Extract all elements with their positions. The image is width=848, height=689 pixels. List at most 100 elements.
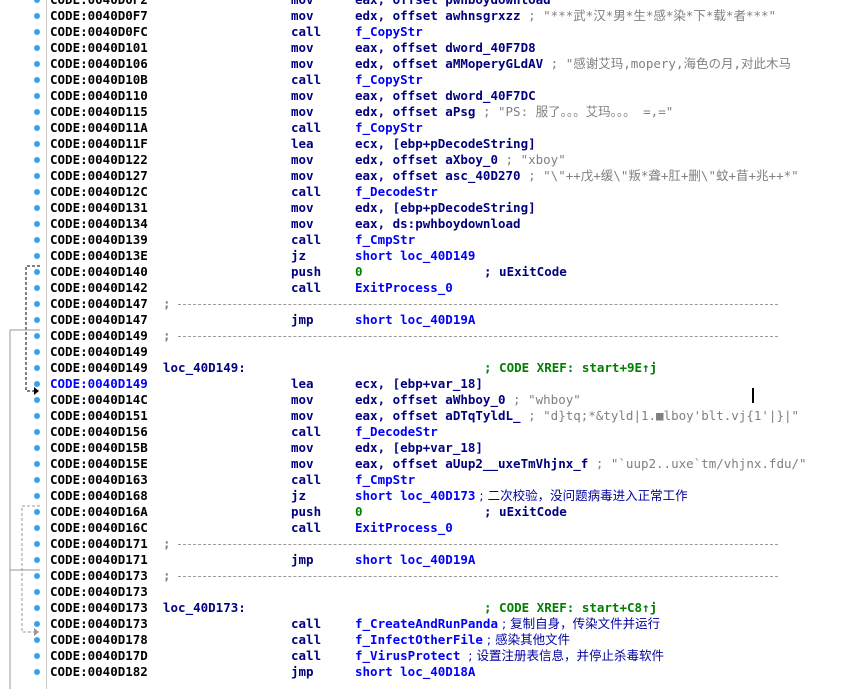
listing-row[interactable]: CODE:0040D0FC call f_CopyStr — [0, 24, 848, 40]
operands[interactable]: f_CmpStr — [355, 232, 415, 247]
breakpoint-dot-icon[interactable] — [34, 397, 40, 403]
listing-row[interactable]: CODE:0040D140 push 0 ; uExitCode — [0, 264, 848, 280]
breakpoint-dot-icon[interactable] — [34, 557, 40, 563]
listing-row[interactable]: CODE:0040D110 mov eax, offset dword_40F7DC — [0, 88, 848, 104]
listing-row[interactable]: CODE:0040D139 call f_CmpStr — [0, 232, 848, 248]
listing-row[interactable]: CODE:0040D16A push 0 ; uExitCode — [0, 504, 848, 520]
listing-row[interactable]: CODE:0040D168 jz short loc_40D173 ; 二次校验，没… — [0, 488, 848, 504]
listing-row[interactable]: CODE:0040D11A call f_CopyStr — [0, 120, 848, 136]
listing-row[interactable]: CODE:0040D17D call f_VirusProtect ; 设置注册表信… — [0, 648, 848, 664]
operands[interactable]: f_CopyStr — [355, 24, 423, 39]
breakpoint-dot-icon[interactable] — [34, 669, 40, 675]
breakpoint-dot-icon[interactable] — [34, 173, 40, 179]
breakpoint-dot-icon[interactable] — [34, 573, 40, 579]
operands[interactable]: f_InfectOtherFile — [355, 632, 483, 647]
listing-row[interactable]: CODE:0040D151 mov eax, offset aDTqTyldL_ ;… — [0, 408, 848, 424]
operands[interactable]: f_CreateAndRunPanda — [355, 616, 498, 631]
operands[interactable]: edx, offset aWhboy_0 — [355, 392, 506, 407]
breakpoint-dot-icon[interactable] — [34, 45, 40, 51]
operands[interactable]: short loc_40D19A — [355, 552, 475, 567]
listing-row[interactable]: CODE:0040D101 mov eax, offset dword_40F7D8 — [0, 40, 848, 56]
breakpoint-dot-icon[interactable] — [34, 13, 40, 19]
listing-row[interactable]: CODE:0040D173 loc_40D173: ; CODE XREF: sta… — [0, 600, 848, 616]
breakpoint-dot-icon[interactable] — [34, 477, 40, 483]
operands[interactable]: eax, offset aDTqTyldL_ — [355, 408, 521, 423]
listing-row[interactable]: CODE:0040D171 jmp short loc_40D19A — [0, 552, 848, 568]
listing-row[interactable]: CODE:0040D106 mov edx, offset aMMoperyGLdA… — [0, 56, 848, 72]
breakpoint-dot-icon[interactable] — [34, 29, 40, 35]
listing-row[interactable]: CODE:0040D147; — [0, 296, 848, 312]
breakpoint-dot-icon[interactable] — [34, 205, 40, 211]
breakpoint-dot-icon[interactable] — [34, 349, 40, 355]
listing-row[interactable]: CODE:0040D14C mov edx, offset aWhboy_0 ; "… — [0, 392, 848, 408]
breakpoint-dot-icon[interactable] — [34, 221, 40, 227]
operands[interactable]: edx, offset awhnsgrxzz — [355, 8, 521, 23]
breakpoint-dot-icon[interactable] — [34, 445, 40, 451]
operands[interactable]: f_CopyStr — [355, 120, 423, 135]
operands[interactable]: ExitProcess_0 — [355, 280, 453, 295]
breakpoint-dot-icon[interactable] — [34, 0, 40, 3]
listing-row[interactable]: CODE:0040D149 lea ecx, [ebp+var_18] — [0, 376, 848, 392]
listing-row[interactable]: CODE:0040D156 call f_DecodeStr — [0, 424, 848, 440]
breakpoint-dot-icon[interactable] — [34, 493, 40, 499]
operands[interactable]: short loc_40D149 — [355, 248, 475, 263]
code-label[interactable]: loc_40D173: — [163, 600, 246, 616]
operands[interactable]: f_VirusProtect — [355, 648, 460, 663]
operands[interactable]: short loc_40D19A — [355, 312, 475, 327]
breakpoint-dot-icon[interactable] — [34, 61, 40, 67]
breakpoint-dot-icon[interactable] — [34, 413, 40, 419]
operands[interactable]: 0 — [355, 504, 363, 519]
operands[interactable]: ecx, [ebp+var_18] — [355, 376, 483, 391]
listing-row[interactable]: CODE:0040D173 call f_CreateAndRunPanda ; 复… — [0, 616, 848, 632]
operands[interactable]: edx, offset aXboy_0 — [355, 152, 498, 167]
xref-comment[interactable]: ; CODE XREF: start+C8↑j — [484, 600, 657, 616]
operands[interactable]: eax, offset pwhboydownload — [355, 0, 551, 7]
operands[interactable]: eax, offset asc_40D270 — [355, 168, 521, 183]
listing-row[interactable]: CODE:0040D173 — [0, 584, 848, 600]
breakpoint-dot-icon[interactable] — [34, 589, 40, 595]
listing-row[interactable]: CODE:0040D178 call f_InfectOtherFile ; 感染其… — [0, 632, 848, 648]
operands[interactable]: eax, ds:pwhboydownload — [355, 216, 521, 231]
xref-comment[interactable]: ; CODE XREF: start+9E↑j — [484, 360, 657, 376]
listing-row[interactable]: CODE:0040D149; — [0, 328, 848, 344]
breakpoint-dot-icon[interactable] — [34, 621, 40, 627]
breakpoint-dot-icon[interactable] — [34, 541, 40, 547]
breakpoint-dot-icon[interactable] — [34, 301, 40, 307]
listing-row[interactable]: CODE:0040D149 loc_40D149: ; CODE XREF: sta… — [0, 360, 848, 376]
breakpoint-dot-icon[interactable] — [34, 637, 40, 643]
breakpoint-dot-icon[interactable] — [34, 429, 40, 435]
listing-row[interactable]: CODE:0040D163 call f_CmpStr — [0, 472, 848, 488]
breakpoint-dot-icon[interactable] — [34, 189, 40, 195]
breakpoint-dot-icon[interactable] — [34, 77, 40, 83]
breakpoint-dot-icon[interactable] — [34, 125, 40, 131]
operands[interactable]: eax, offset dword_40F7DC — [355, 88, 536, 103]
code-label[interactable]: loc_40D149: — [163, 360, 246, 376]
operands[interactable]: f_DecodeStr — [355, 424, 438, 439]
listing-row[interactable]: CODE:0040D15E mov eax, offset aUup2__uxeTm… — [0, 456, 848, 472]
breakpoint-dot-icon[interactable] — [34, 285, 40, 291]
breakpoint-dot-icon[interactable] — [34, 333, 40, 339]
breakpoint-dot-icon[interactable] — [34, 269, 40, 275]
operands[interactable]: ExitProcess_0 — [355, 520, 453, 535]
breakpoint-dot-icon[interactable] — [34, 381, 40, 387]
listing-row[interactable]: CODE:0040D115 mov edx, offset aPsg ; "PS: … — [0, 104, 848, 120]
listing-row[interactable]: CODE:0040D122 mov edx, offset aXboy_0 ; "x… — [0, 152, 848, 168]
operands[interactable]: eax, offset aUup2__uxeTmVhjnx_f — [355, 456, 588, 471]
breakpoint-dot-icon[interactable] — [34, 461, 40, 467]
breakpoint-dot-icon[interactable] — [34, 93, 40, 99]
listing-row[interactable]: CODE:0040D182 jmp short loc_40D18A — [0, 664, 848, 680]
operands[interactable]: 0 — [355, 264, 363, 279]
listing-row[interactable]: CODE:0040D147 jmp short loc_40D19A — [0, 312, 848, 328]
listing-row[interactable]: CODE:0040D15B mov edx, [ebp+var_18] — [0, 440, 848, 456]
breakpoint-dot-icon[interactable] — [34, 253, 40, 259]
breakpoint-dot-icon[interactable] — [34, 365, 40, 371]
listing-row[interactable]: CODE:0040D0F7 mov edx, offset awhnsgrxzz ;… — [0, 8, 848, 24]
disassembly-listing[interactable]: CODE:0040D0F2 mov eax, offset pwhboydownlo… — [0, 0, 848, 680]
listing-row[interactable]: CODE:0040D0F2 mov eax, offset pwhboydownlo… — [0, 0, 848, 8]
operands[interactable]: short loc_40D173 — [355, 488, 475, 503]
listing-row[interactable]: CODE:0040D12C call f_DecodeStr — [0, 184, 848, 200]
breakpoint-dot-icon[interactable] — [34, 525, 40, 531]
operands[interactable]: f_CmpStr — [355, 472, 415, 487]
breakpoint-dot-icon[interactable] — [34, 157, 40, 163]
listing-row[interactable]: CODE:0040D142 call ExitProcess_0 — [0, 280, 848, 296]
